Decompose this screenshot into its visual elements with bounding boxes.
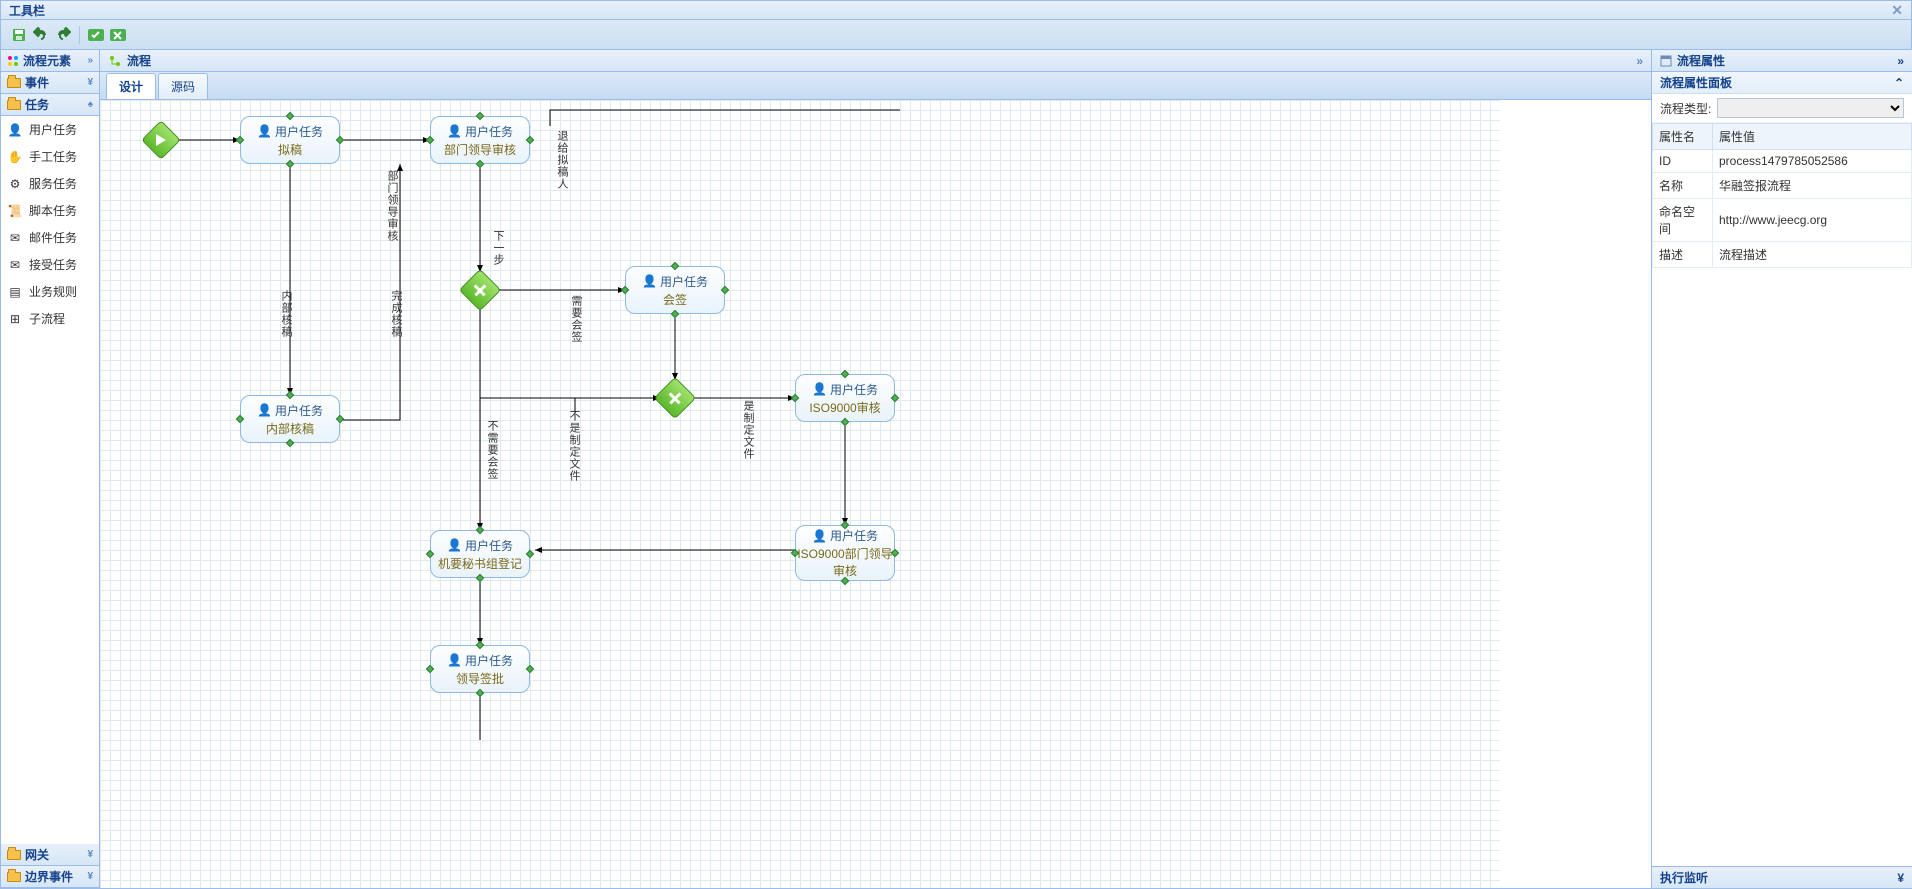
chevron-icon: ¥ [87,849,93,860]
item-subprocess[interactable]: ⊞子流程 [1,305,99,332]
node-dept-review[interactable]: 👤用户任务部门领导审核 [430,116,530,164]
item-manual-task[interactable]: ✋手工任务 [1,143,99,170]
delete-button[interactable] [108,25,128,45]
table-row[interactable]: 命名空间http://www.jeecg.org [1653,199,1912,242]
user-icon: 👤 [7,122,23,138]
chevron-icon: ¥ [87,77,93,88]
gateway-1[interactable] [459,269,501,311]
flow-type-label: 流程类型: [1660,100,1711,117]
flow-icon [108,54,122,68]
gear-icon: ⚙ [7,176,23,192]
acc-tasks[interactable]: 任务♠ [1,94,99,116]
exec-listener[interactable]: 执行监听¥ [1652,866,1912,888]
center-header: 流程» [100,50,1651,72]
edge-return: 退给拟稿人 [554,130,570,190]
edge-next: 下一步 [490,230,506,266]
toolbar [0,20,1912,50]
script-icon: 📜 [7,203,23,219]
save-button[interactable] [9,25,29,45]
tab-source[interactable]: 源码 [158,73,208,99]
prop-panel-title[interactable]: 流程属性面板⌃ [1652,72,1912,94]
item-service-task[interactable]: ⚙服务任务 [1,170,99,197]
task-list: 👤用户任务 ✋手工任务 ⚙服务任务 📜脚本任务 ✉邮件任务 ✉接受任务 ▤业务规… [1,116,99,844]
validate-button[interactable] [86,25,106,45]
edge-isdoc: 是制定文件 [740,400,756,460]
redo-button[interactable] [53,25,73,45]
edge-need: 需要会签 [568,295,584,343]
flow-type-row: 流程类型: [1652,94,1912,123]
node-iso-dept[interactable]: 👤用户任务ISO9000部门领导审核 [795,525,895,581]
start-event[interactable] [141,120,181,160]
folder-icon [7,78,21,88]
edge-dept: 部门领导审核 [384,170,400,242]
folder-icon [7,850,21,860]
tabs: 设计 源码 [100,72,1651,100]
panel-icon [1660,55,1672,67]
chevron-down-icon: » [87,55,93,66]
item-mail-task[interactable]: ✉邮件任务 [1,224,99,251]
node-leader[interactable]: 👤用户任务领导签批 [430,645,530,693]
hand-icon: ✋ [7,149,23,165]
prop-table: 属性名属性值 IDprocess1479785052586 名称华融签报流程 命… [1652,123,1912,268]
table-row[interactable]: 描述流程描述 [1653,242,1912,268]
table-row[interactable]: 名称华融签报流程 [1653,173,1912,199]
table-row[interactable]: IDprocess1479785052586 [1653,150,1912,173]
edges-layer [100,100,1500,888]
edge-notdoc: 不是制定文件 [566,410,582,482]
acc-events[interactable]: 事件¥ [1,72,99,94]
right-panel: 流程属性» 流程属性面板⌃ 流程类型: 属性名属性值 IDprocess1479… [1652,50,1912,889]
folder-icon [7,872,21,882]
tab-design[interactable]: 设计 [106,73,156,99]
item-script-task[interactable]: 📜脚本任务 [1,197,99,224]
prop-header[interactable]: 流程属性» [1652,50,1912,72]
toolbar-title: 工具栏 [9,2,45,19]
col-value: 属性值 [1713,124,1912,150]
edge-int: 内部核稿 [278,290,294,338]
center-panel: 流程» 设计 源码 [100,50,1652,889]
chevron-icon: ¥ [87,871,93,882]
node-secretary[interactable]: 👤用户任务机要秘书组登记 [430,530,530,578]
folder-icon [7,100,21,110]
item-receive-task[interactable]: ✉接受任务 [1,251,99,278]
chevron-icon: » [1897,54,1904,68]
item-user-task[interactable]: 👤用户任务 [1,116,99,143]
acc-elements[interactable]: 流程元素» [1,50,99,72]
edge-noneed: 不需要会签 [484,420,500,480]
mail-icon: ✉ [7,230,23,246]
acc-boundary[interactable]: 边界事件¥ [1,866,99,888]
plus-box-icon: ⊞ [7,311,23,327]
acc-gateways[interactable]: 网关¥ [1,844,99,866]
inbox-icon: ✉ [7,257,23,273]
chevron-icon: ♠ [88,99,93,110]
node-iso[interactable]: 👤用户任务ISO9000审核 [795,374,895,422]
chevron-icon: ¥ [1897,871,1904,885]
chevron-icon: » [1636,54,1643,68]
left-panel: 流程元素» 事件¥ 任务♠ 👤用户任务 ✋手工任务 ⚙服务任务 📜脚本任务 ✉邮… [0,50,100,889]
toolbar-header: 工具栏 ✕ [0,0,1912,20]
node-internal[interactable]: 👤用户任务内部核稿 [240,395,340,443]
table-icon: ▤ [7,284,23,300]
collapse-icon: ⌃ [1894,76,1904,90]
close-icon[interactable]: ✕ [1891,2,1903,19]
col-name: 属性名 [1653,124,1713,150]
node-draft[interactable]: 👤用户任务拟稿 [240,116,340,164]
canvas[interactable]: 👤用户任务拟稿 👤用户任务部门领导审核 👤用户任务内部核稿 👤用户任务会签 👤用… [100,100,1500,888]
item-rule-task[interactable]: ▤业务规则 [1,278,99,305]
edge-done: 完成核稿 [388,290,404,338]
flow-type-select[interactable] [1717,98,1904,118]
undo-button[interactable] [31,25,51,45]
separator [79,26,80,44]
node-cosign[interactable]: 👤用户任务会签 [625,266,725,314]
canvas-scroll[interactable]: 👤用户任务拟稿 👤用户任务部门领导审核 👤用户任务内部核稿 👤用户任务会签 👤用… [100,100,1651,888]
gateway-2[interactable] [654,377,696,419]
